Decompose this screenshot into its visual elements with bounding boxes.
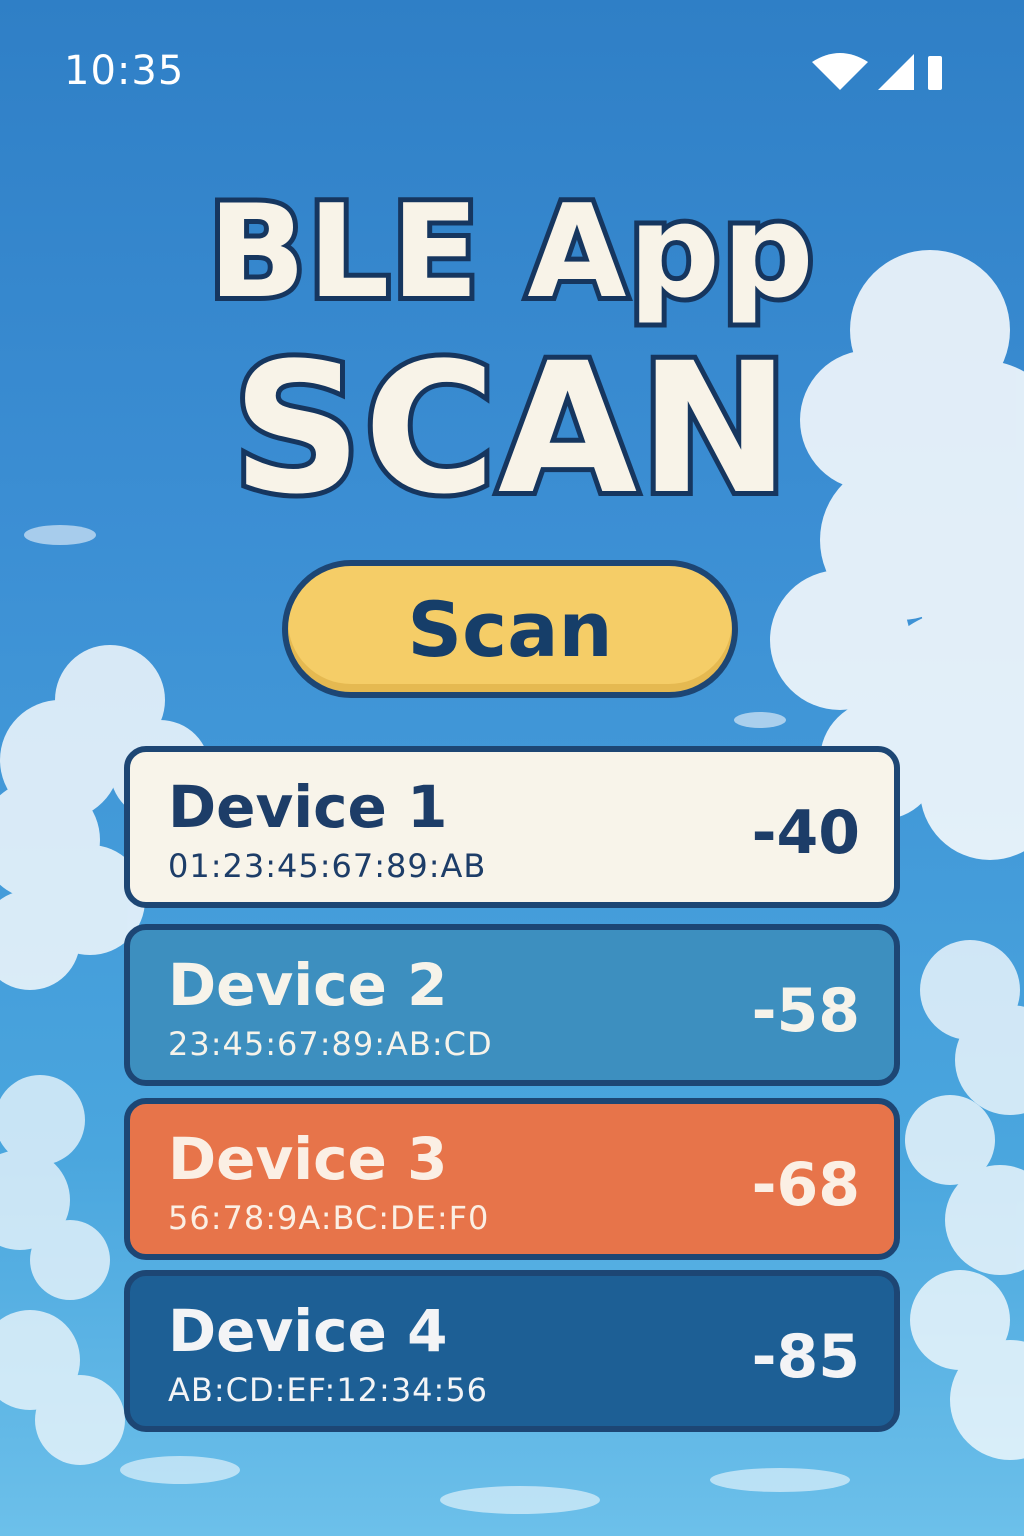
status-time: 10:35 xyxy=(64,48,185,94)
device-mac-address: AB:CD:EF:12:34:56 xyxy=(168,1371,489,1409)
wifi-icon xyxy=(812,53,868,90)
device-rssi: -85 xyxy=(751,1322,860,1392)
app-title: BLE App xyxy=(203,173,818,332)
device-card-4[interactable]: Device 4 AB:CD:EF:12:34:56 -85 xyxy=(124,1270,900,1432)
device-rssi: -58 xyxy=(751,976,860,1046)
device-rssi: -68 xyxy=(751,1150,860,1220)
device-mac-address: 23:45:67:89:AB:CD xyxy=(168,1025,493,1063)
device-card-1[interactable]: Device 1 01:23:45:67:89:AB -40 xyxy=(124,746,900,908)
device-name: Device 3 xyxy=(168,1125,448,1193)
status-bar: 10:35 xyxy=(0,0,1024,140)
device-mac-address: 01:23:45:67:89:AB xyxy=(168,847,487,885)
scan-button[interactable]: Scan xyxy=(282,560,738,698)
device-name: Device 4 xyxy=(168,1297,448,1365)
device-mac-address: 56:78:9A:BC:DE:F0 xyxy=(168,1199,490,1237)
app-subtitle: SCAN xyxy=(227,325,795,535)
battery-icon xyxy=(928,56,942,90)
cellular-signal-icon xyxy=(878,54,914,90)
status-icons xyxy=(812,52,952,92)
device-name: Device 1 xyxy=(168,773,448,841)
device-rssi: -40 xyxy=(751,798,860,868)
device-name: Device 2 xyxy=(168,951,448,1019)
device-card-3[interactable]: Device 3 56:78:9A:BC:DE:F0 -68 xyxy=(124,1098,900,1260)
device-card-2[interactable]: Device 2 23:45:67:89:AB:CD -58 xyxy=(124,924,900,1086)
